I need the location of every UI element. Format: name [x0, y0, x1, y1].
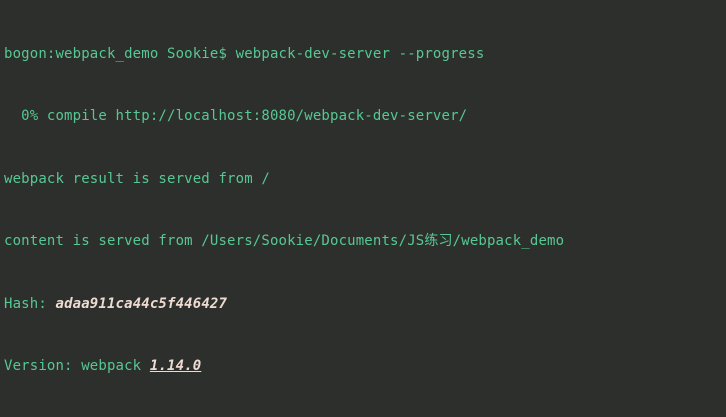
hash-line: Hash: adaa911ca44c5f446427 — [4, 294, 726, 315]
version-label: Version: webpack — [4, 358, 150, 374]
hash-value: adaa911ca44c5f446427 — [55, 296, 227, 312]
prompt-and-command: bogon:webpack_demo Sookie$ webpack-dev-s… — [4, 46, 484, 62]
compile-progress-text: 0% compile http://localhost:8080/webpack… — [4, 108, 467, 124]
terminal-window: bogon:webpack_demo Sookie$ webpack-dev-s… — [0, 0, 726, 417]
webpack-result-line: webpack result is served from / — [4, 169, 726, 190]
version-line: Version: webpack 1.14.0 — [4, 356, 726, 377]
hash-label: Hash: — [4, 296, 55, 312]
content-served-text: content is served from /Users/Sookie/Doc… — [4, 233, 564, 249]
version-value: 1.14.0 — [150, 358, 201, 374]
content-served-line: content is served from /Users/Sookie/Doc… — [4, 231, 726, 252]
compile-progress-line: 0% compile http://localhost:8080/webpack… — [4, 106, 726, 127]
webpack-result-text: webpack result is served from / — [4, 171, 270, 187]
shell-prompt-line: bogon:webpack_demo Sookie$ webpack-dev-s… — [4, 44, 726, 65]
